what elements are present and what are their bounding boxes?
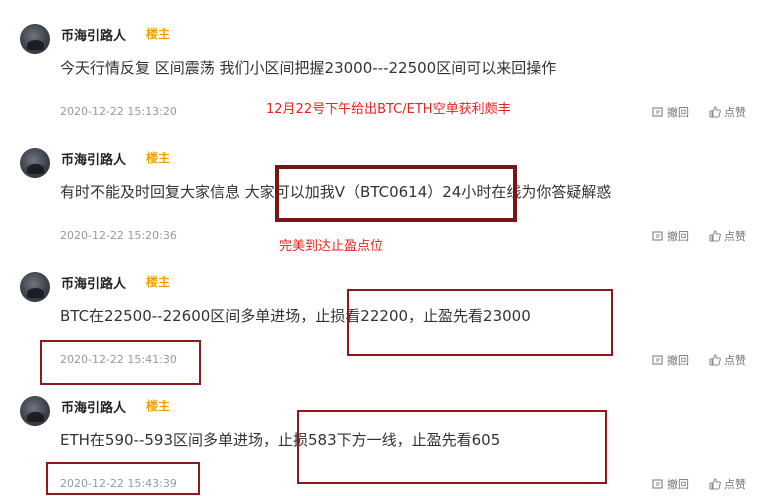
annotation-profit: 12月22号下午给出BTC/ETH空单获利颇丰 [266,102,511,117]
like-label: 点赞 [724,230,746,243]
username[interactable]: 币海引路人 [61,397,126,416]
owner-badge: 楼主 [146,275,171,289]
like-button[interactable]: 点赞 [709,476,746,492]
undo-button[interactable]: 撤回 [652,104,689,120]
undo-label: 撤回 [667,230,689,243]
undo-label: 撤回 [667,354,689,367]
avatar[interactable] [20,24,50,54]
like-label: 点赞 [724,478,746,491]
thumbs-up-icon [709,230,721,242]
undo-icon [652,231,663,241]
like-button[interactable]: 点赞 [709,228,746,244]
undo-label: 撤回 [667,478,689,491]
avatar[interactable] [20,396,50,426]
timestamp: 2020-12-22 15:20:36 [60,229,177,242]
undo-button[interactable]: 撤回 [652,476,689,492]
undo-button[interactable]: 撤回 [652,352,689,368]
owner-badge: 楼主 [146,151,171,165]
highlight-box-eth-time [46,462,200,495]
owner-badge: 楼主 [146,399,171,413]
owner-badge: 楼主 [146,27,171,41]
avatar[interactable] [20,272,50,302]
thumbs-up-icon [709,106,721,118]
undo-button[interactable]: 撤回 [652,228,689,244]
like-label: 点赞 [724,106,746,119]
avatar[interactable] [20,148,50,178]
like-label: 点赞 [724,354,746,367]
highlight-box-btc-time [40,340,201,385]
annotation-target-reached: 完美到达止盈点位 [279,239,384,254]
undo-icon [652,355,663,365]
undo-label: 撤回 [667,106,689,119]
like-button[interactable]: 点赞 [709,104,746,120]
undo-icon [652,107,663,117]
highlight-box-btc-targets [347,289,613,356]
username[interactable]: 币海引路人 [61,25,126,44]
like-button[interactable]: 点赞 [709,352,746,368]
username[interactable]: 币海引路人 [61,273,126,292]
highlight-box-eth-targets [297,410,607,484]
comment-text: 今天行情反复 区间震荡 我们小区间把握23000---22500区间可以来回操作 [60,59,557,77]
highlight-box-contact [275,165,517,222]
username[interactable]: 币海引路人 [61,149,126,168]
thumbs-up-icon [709,354,721,366]
undo-icon [652,479,663,489]
thumbs-up-icon [709,478,721,490]
timestamp: 2020-12-22 15:13:20 [60,105,177,118]
